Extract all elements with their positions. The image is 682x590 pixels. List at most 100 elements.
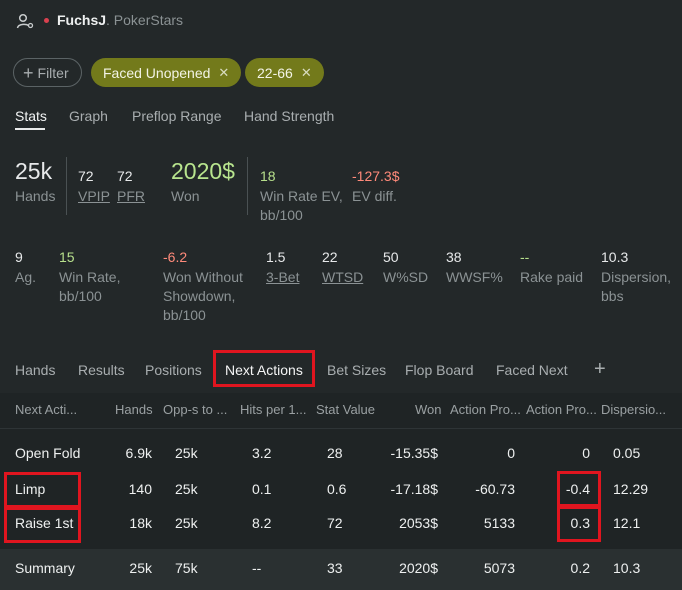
filter-chip-faced-unopened[interactable]: Faced Unopened ✕ — [91, 58, 242, 87]
table-cell-won: -17.18$ — [390, 481, 438, 497]
table-cell-won: 2053$ — [399, 515, 438, 531]
won-value: 2020$ — [171, 158, 235, 184]
col-stat-value[interactable]: Stat Value — [316, 402, 378, 417]
table-cell-action-pro-1: 0 — [507, 445, 515, 461]
filter-chip-range[interactable]: 22-66 ✕ — [245, 58, 324, 87]
table-cell-stat: 28 — [327, 445, 343, 461]
active-tab-indicator — [15, 128, 45, 130]
tab-bet-sizes[interactable]: Bet Sizes — [327, 362, 386, 378]
tab-flop-board[interactable]: Flop Board — [405, 362, 473, 378]
winrate-label: Win Rate, bb/100 — [59, 269, 121, 304]
won-label: Won — [171, 188, 200, 204]
summary-opps: 75k — [175, 560, 198, 576]
tab-faced-next[interactable]: Faced Next — [496, 362, 568, 378]
col-dispersion[interactable]: Dispersio... — [601, 402, 667, 417]
table-cell-hands: 18k — [129, 515, 152, 531]
col-won[interactable]: Won — [415, 402, 445, 417]
player-title[interactable]: FuchsJ. PokerStars — [57, 12, 183, 28]
summary-hits: -- — [252, 560, 262, 576]
plus-icon: + — [23, 62, 34, 83]
divider — [247, 157, 248, 215]
vpip-label[interactable]: VPIP — [78, 187, 110, 206]
pfr-label[interactable]: PFR — [117, 187, 145, 206]
summary-label: Summary — [15, 560, 75, 576]
col-hits[interactable]: Hits per 1... — [240, 402, 310, 417]
table-cell-opps: 25k — [175, 445, 198, 461]
site-name: PokerStars — [113, 12, 184, 28]
table-row-action: Raise 1st — [15, 515, 74, 531]
table-cell-hits: 3.2 — [252, 445, 272, 461]
summary-stat: 33 — [327, 560, 343, 576]
table-cell-opps: 25k — [175, 515, 198, 531]
tab-stats[interactable]: Stats — [15, 108, 47, 124]
table-cell-dispersion: 12.1 — [613, 515, 641, 531]
wwsd-label: Won Without Showdown, bb/100 — [163, 269, 243, 323]
ev-diff-value: -127.3$ — [352, 168, 400, 184]
tab-graph[interactable]: Graph — [69, 108, 108, 124]
summary-action-pro-1: 5073 — [483, 560, 515, 576]
chip-label: Faced Unopened — [103, 64, 211, 81]
summary-hands: 25k — [129, 560, 152, 576]
player-name: FuchsJ — [57, 12, 107, 28]
table-cell-hits: 8.2 — [252, 515, 272, 531]
tab-hand-strength[interactable]: Hand Strength — [244, 108, 334, 124]
status-dot — [44, 18, 49, 23]
summary-action-pro-2: 0.2 — [570, 560, 590, 576]
tab-results[interactable]: Results — [78, 362, 125, 378]
col-hands[interactable]: Hands — [115, 402, 155, 417]
winrate-ev-value: 18 — [260, 168, 276, 184]
table-cell-hands: 6.9k — [125, 445, 152, 461]
threebet-label[interactable]: 3-Bet — [266, 268, 299, 287]
header-divider — [0, 428, 682, 429]
title-separator: . — [106, 12, 110, 28]
hands-label: Hands — [15, 188, 56, 204]
dispersion-label: Dispersion, bbs — [601, 269, 672, 304]
winrate-value: 15 — [59, 249, 75, 265]
table-cell-stat: 0.6 — [327, 481, 347, 497]
threebet-value: 1.5 — [266, 249, 286, 265]
table-cell-hands: 140 — [128, 481, 152, 497]
summary-won: 2020$ — [399, 560, 438, 576]
rake-value: -- — [520, 249, 530, 265]
wtsd-value: 22 — [322, 249, 338, 265]
table-cell-action-pro-2: 0 — [582, 445, 590, 461]
dispersion-value: 10.3 — [601, 249, 629, 265]
rake-label: Rake paid — [520, 269, 584, 285]
user-settings-icon[interactable] — [16, 12, 34, 30]
divider — [66, 157, 67, 215]
ag-value: 9 — [15, 249, 23, 265]
hands-value: 25k — [15, 158, 53, 184]
tab-hands[interactable]: Hands — [15, 362, 55, 378]
add-tab-button[interactable]: + — [594, 358, 606, 381]
wsd-label: W%SD — [383, 269, 429, 285]
col-next-action[interactable]: Next Acti... — [15, 402, 85, 417]
table-cell-stat: 72 — [327, 515, 343, 531]
col-action-pro-2[interactable]: Action Pro... — [526, 402, 596, 417]
wsd-value: 50 — [383, 249, 399, 265]
close-icon[interactable]: ✕ — [218, 65, 229, 81]
wtsd-label[interactable]: WTSD — [322, 268, 363, 287]
chip-label: 22-66 — [257, 64, 293, 81]
table-row-action: Open Fold — [15, 445, 81, 461]
tab-preflop-range[interactable]: Preflop Range — [132, 108, 222, 124]
table-cell-opps: 25k — [175, 481, 198, 497]
tab-positions[interactable]: Positions — [145, 362, 202, 378]
table-cell-action-pro-2: -0.4 — [565, 481, 590, 497]
wwsf-value: 38 — [446, 249, 462, 265]
add-filter-button[interactable]: + Filter — [13, 58, 82, 87]
table-cell-action-pro-1: -60.73 — [475, 481, 515, 497]
close-icon[interactable]: ✕ — [301, 65, 312, 81]
table-cell-dispersion: 0.05 — [613, 445, 641, 461]
table-cell-action-pro-1: 5133 — [483, 515, 515, 531]
vpip-value: 72 — [78, 168, 94, 184]
winrate-ev-label: Win Rate EV, bb/100 — [260, 188, 343, 223]
table-row-action: Limp — [15, 481, 46, 497]
ag-label: Ag. — [15, 269, 37, 285]
summary-dispersion: 10.3 — [613, 560, 641, 576]
table-cell-won: -15.35$ — [390, 445, 438, 461]
table-cell-action-pro-2: 0.3 — [570, 515, 590, 531]
wwsf-label: WWSF% — [446, 269, 503, 285]
col-opps[interactable]: Opp-s to ... — [163, 402, 233, 417]
tab-next-actions[interactable]: Next Actions — [225, 362, 303, 378]
col-action-pro-1[interactable]: Action Pro... — [450, 402, 520, 417]
